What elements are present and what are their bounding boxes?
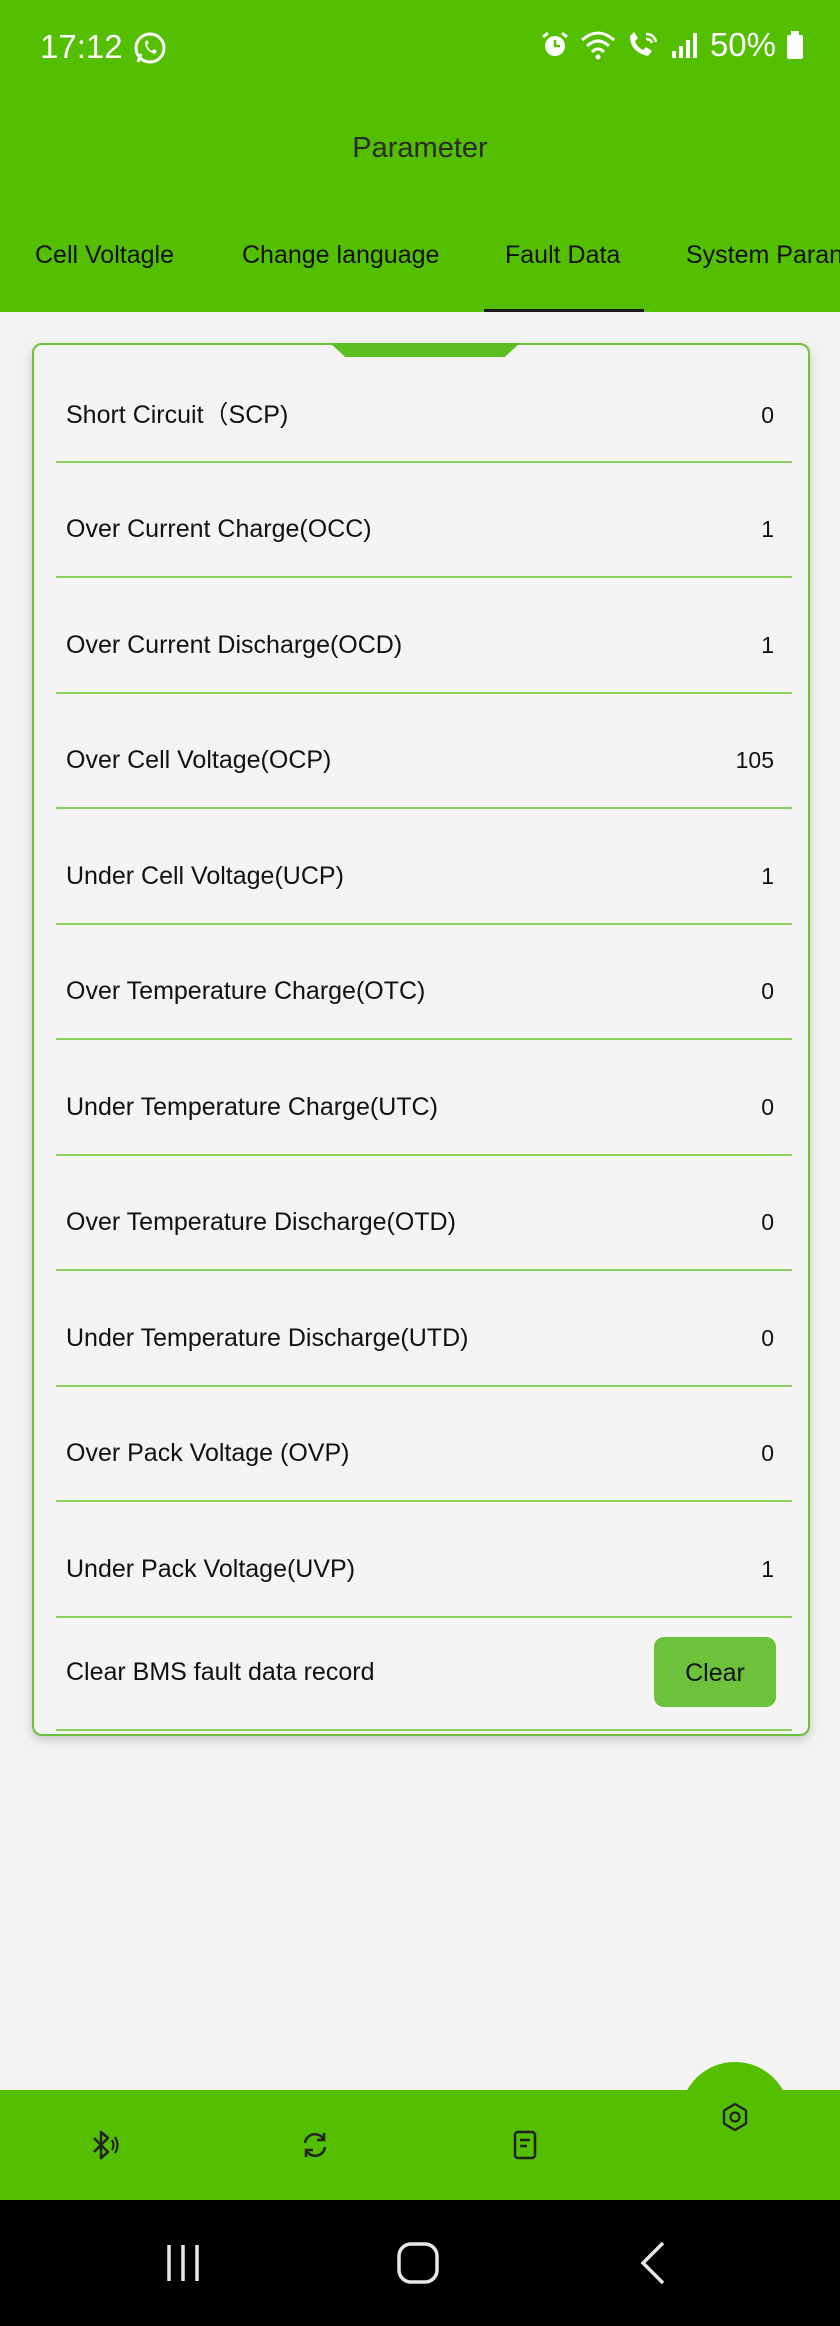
signal-icon [671, 33, 697, 58]
back-button[interactable] [593, 2200, 713, 2326]
tab-bar: Cell Voltagle Change language Fault Data… [0, 198, 840, 312]
settings-fab[interactable] [680, 2062, 790, 2172]
row-divider [56, 923, 792, 925]
fault-row-ucp: Under Cell Voltage(UCP) 1 [34, 819, 808, 934]
fault-count: 1 [761, 1556, 774, 1582]
active-tab-indicator [484, 309, 644, 312]
fault-label: Under Temperature Discharge(UTD) [66, 1324, 469, 1352]
fault-label: Over Current Charge(OCC) [66, 515, 372, 543]
row-divider [56, 1729, 792, 1731]
fault-data-card: Short Circuit（SCP) 0 Over Current Charge… [32, 343, 810, 1736]
fault-row-scp: Short Circuit（SCP) 0 [34, 358, 808, 473]
document-icon [513, 2130, 537, 2160]
wifi-call-icon [629, 32, 658, 56]
tab-system-parameter[interactable]: System Paran [686, 198, 840, 312]
wifi-icon [580, 31, 615, 60]
nav-bluetooth[interactable] [44, 2090, 164, 2200]
fault-label: Under Temperature Charge(UTC) [66, 1093, 438, 1121]
refresh-icon [303, 2133, 327, 2157]
whatsapp-icon [134, 32, 166, 64]
fault-row-uvp: Under Pack Voltage(UVP) 1 [34, 1512, 808, 1627]
row-divider [56, 692, 792, 694]
status-icons: 50% [540, 26, 804, 64]
card-notch [330, 343, 520, 357]
fault-label: Over Current Discharge(OCD) [66, 631, 403, 659]
recent-apps-button[interactable] [123, 2200, 243, 2326]
clear-button[interactable]: Clear [654, 1637, 776, 1707]
row-divider [56, 807, 792, 809]
recent-apps-icon [167, 2245, 199, 2281]
fault-label: Over Temperature Charge(OTC) [66, 977, 426, 1005]
fault-label: Over Pack Voltage (OVP) [66, 1439, 350, 1467]
fault-row-otc: Over Temperature Charge(OTC) 0 [34, 934, 808, 1049]
nav-document[interactable] [465, 2090, 585, 2200]
status-time: 17:12 [40, 28, 123, 65]
fault-row-utc: Under Temperature Charge(UTC) 0 [34, 1050, 808, 1165]
row-divider [56, 1038, 792, 1040]
settings-icon [722, 2102, 748, 2132]
home-button[interactable] [358, 2200, 478, 2326]
fault-row-ocp: Over Cell Voltage(OCP) 105 [34, 703, 808, 818]
fault-row-utd: Under Temperature Discharge(UTD) 0 [34, 1281, 808, 1396]
fault-count: 0 [761, 978, 774, 1004]
system-nav-bar [0, 2200, 840, 2326]
battery-percent: 50% [709, 26, 776, 63]
row-divider [56, 576, 792, 578]
page-title: Parameter [352, 131, 488, 164]
back-icon [640, 2241, 665, 2285]
clear-record-label: Clear BMS fault data record [66, 1658, 375, 1686]
fault-count: 0 [761, 1325, 774, 1351]
tab-fault-data[interactable]: Fault Data [505, 198, 620, 312]
fault-label: Under Pack Voltage(UVP) [66, 1555, 356, 1583]
fault-count: 1 [761, 863, 774, 889]
fault-count: 0 [761, 1094, 774, 1120]
tab-cell-voltage[interactable]: Cell Voltagle [35, 198, 174, 312]
bluetooth-icon [93, 2130, 119, 2160]
fault-count: 105 [735, 747, 774, 773]
fault-row-otd: Over Temperature Discharge(OTD) 0 [34, 1165, 808, 1280]
tab-change-language[interactable]: Change language [242, 198, 439, 312]
row-divider [56, 461, 792, 463]
fault-label: Short Circuit（SCP) [66, 401, 289, 429]
fault-label: Over Cell Voltage(OCP) [66, 746, 332, 774]
battery-icon [787, 31, 803, 59]
row-divider [56, 1154, 792, 1156]
fault-row-occ: Over Current Charge(OCC) 1 [34, 472, 808, 587]
app-header: Parameter [0, 98, 840, 198]
row-divider [56, 1500, 792, 1502]
row-divider [56, 1269, 792, 1271]
fault-count: 0 [761, 402, 774, 428]
fault-count: 0 [761, 1440, 774, 1466]
nav-refresh[interactable] [255, 2090, 375, 2200]
fault-row-ocd: Over Current Discharge(OCD) 1 [34, 588, 808, 703]
fault-label: Over Temperature Discharge(OTD) [66, 1208, 456, 1236]
row-divider [56, 1385, 792, 1387]
fault-count: 1 [761, 516, 774, 542]
status-bar: 17:12 50% [0, 0, 840, 98]
fault-count: 0 [761, 1209, 774, 1235]
alarm-icon [542, 31, 568, 56]
fault-row-ovp: Over Pack Voltage (OVP) 0 [34, 1396, 808, 1511]
fault-label: Under Cell Voltage(UCP) [66, 862, 344, 890]
home-icon [397, 2242, 439, 2284]
fault-count: 1 [761, 632, 774, 658]
